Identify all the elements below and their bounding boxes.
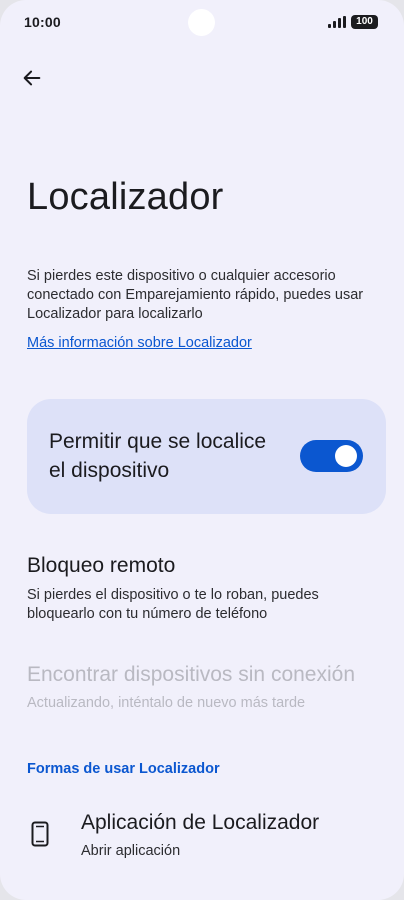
ways-section-header: Formas de usar Localizador [27, 761, 220, 777]
phone-icon [31, 821, 49, 847]
app-item-title: Aplicación de Localizador [81, 811, 320, 834]
back-button[interactable] [18, 64, 46, 92]
arrow-left-icon [23, 70, 41, 86]
app-item-subtitle: Abrir aplicación [81, 843, 181, 859]
learn-more-link[interactable]: Más información sobre Localizador [27, 335, 252, 351]
remote-lock-subtitle: Si pierdes el dispositivo o te lo roban,… [27, 587, 319, 622]
allow-locate-label: Permitir que se localice el dispositivo [49, 430, 267, 482]
allow-locate-toggle[interactable] [300, 440, 363, 472]
offline-devices-title: Encontrar dispositivos sin conexión [27, 663, 356, 686]
battery-indicator: 100 [351, 15, 378, 29]
signal-icon [328, 16, 346, 28]
offline-devices-subtitle: Actualizando, inténtalo de nuevo más tar… [27, 695, 306, 711]
intro-text: Si pierdes este dispositivo o cualquier … [27, 268, 364, 322]
page-title: Localizador [27, 176, 224, 218]
camera-cutout [188, 9, 215, 36]
remote-lock-title: Bloqueo remoto [27, 554, 176, 577]
screen: 10:00 100 Localizador Si pierdes este di… [0, 0, 404, 900]
status-time: 10:00 [24, 14, 61, 30]
allow-locate-card[interactable]: Permitir que se localice el dispositivo [27, 399, 386, 514]
app-localizador-item[interactable]: Aplicación de Localizador Abrir aplicaci… [0, 800, 404, 872]
toggle-knob [335, 445, 357, 467]
